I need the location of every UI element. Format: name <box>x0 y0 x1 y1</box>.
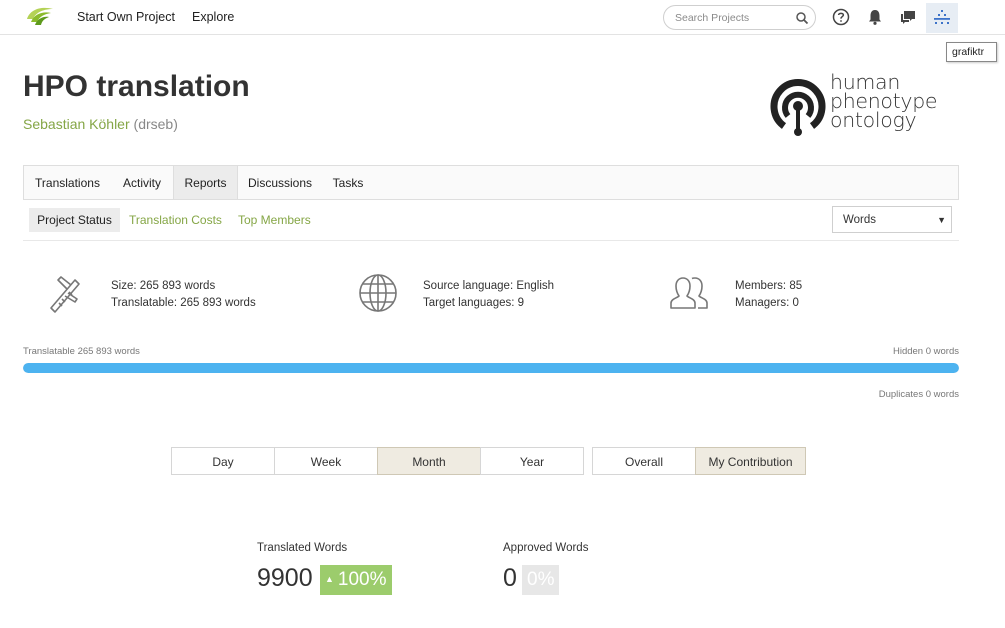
progress-translatable-label: Translatable 265 893 words <box>23 346 140 357</box>
project-tabs: Translations Activity Reports Discussion… <box>23 165 959 200</box>
period-week-button[interactable]: Week <box>274 447 378 475</box>
members-icon <box>670 277 708 309</box>
approved-words-value: 0 <box>503 564 517 592</box>
explore-link[interactable]: Explore <box>192 10 234 24</box>
caliper-icon <box>50 276 80 313</box>
chevron-down-icon: ▼ <box>937 215 946 225</box>
tab-translations[interactable]: Translations <box>24 166 111 199</box>
translated-words-value: 9900 <box>257 564 313 592</box>
triangle-up-icon: ▲ <box>325 574 334 584</box>
period-month-button[interactable]: Month <box>377 447 481 475</box>
owner-handle: (drseb) <box>133 116 178 132</box>
subtab-translation-costs[interactable]: Translation Costs <box>129 208 222 232</box>
progress-bar <box>23 363 959 373</box>
translated-words-change-badge: ▲ 100% <box>320 565 392 595</box>
unit-select-value: Words <box>843 214 877 226</box>
progress-hidden-label: Hidden 0 words <box>892 346 959 357</box>
stat-managers: Managers: 0 <box>735 297 799 309</box>
subtabs-divider <box>23 240 959 241</box>
crowdin-logo-icon[interactable] <box>24 5 56 29</box>
project-title: HPO translation <box>23 70 250 103</box>
tab-tasks[interactable]: Tasks <box>322 166 374 199</box>
messages-icon[interactable] <box>898 7 918 27</box>
search-icon[interactable] <box>795 11 809 25</box>
project-owner: Sebastian Köhler (drseb) <box>23 116 178 132</box>
stat-size: Size: 265 893 words <box>111 280 216 292</box>
top-navigation-bar: Start Own Project Explore <box>0 0 1005 35</box>
tab-discussions[interactable]: Discussions <box>238 166 322 199</box>
search-box[interactable] <box>663 5 816 30</box>
period-day-button[interactable]: Day <box>171 447 275 475</box>
stat-translatable: Translatable: 265 893 words <box>111 297 256 309</box>
grafiktr-tool-icon[interactable] <box>932 7 952 27</box>
scope-my-contribution-button[interactable]: My Contribution <box>695 447 806 475</box>
stat-members: Members: 85 <box>735 280 803 292</box>
unit-select[interactable]: Words ▼ <box>832 206 952 233</box>
tooltip: grafiktr <box>946 42 997 62</box>
stat-source-language: Source language: English <box>423 280 555 292</box>
tab-reports[interactable]: Reports <box>173 166 238 199</box>
subtab-top-members[interactable]: Top Members <box>238 208 311 232</box>
translated-words-label: Translated Words <box>257 542 348 554</box>
owner-name-link[interactable]: Sebastian Köhler <box>23 116 130 132</box>
approved-words-label: Approved Words <box>503 542 589 554</box>
stat-target-languages: Target languages: 9 <box>423 297 525 309</box>
start-own-project-link[interactable]: Start Own Project <box>77 10 175 24</box>
search-input[interactable] <box>675 10 790 26</box>
progress-duplicates-label: Duplicates 0 words <box>878 389 959 400</box>
globe-icon <box>359 274 397 312</box>
approved-words-change-badge: 0% <box>522 565 560 595</box>
hpo-logo-icon <box>770 79 826 136</box>
subtab-project-status[interactable]: Project Status <box>29 208 120 232</box>
notifications-bell-icon[interactable] <box>865 7 885 27</box>
period-year-button[interactable]: Year <box>480 447 584 475</box>
progress-bar-fill <box>23 363 959 373</box>
scope-overall-button[interactable]: Overall <box>592 447 696 475</box>
hpo-logo-text: human phenotype ontology <box>830 70 938 132</box>
help-icon[interactable] <box>831 7 851 27</box>
tab-activity[interactable]: Activity <box>111 166 173 199</box>
